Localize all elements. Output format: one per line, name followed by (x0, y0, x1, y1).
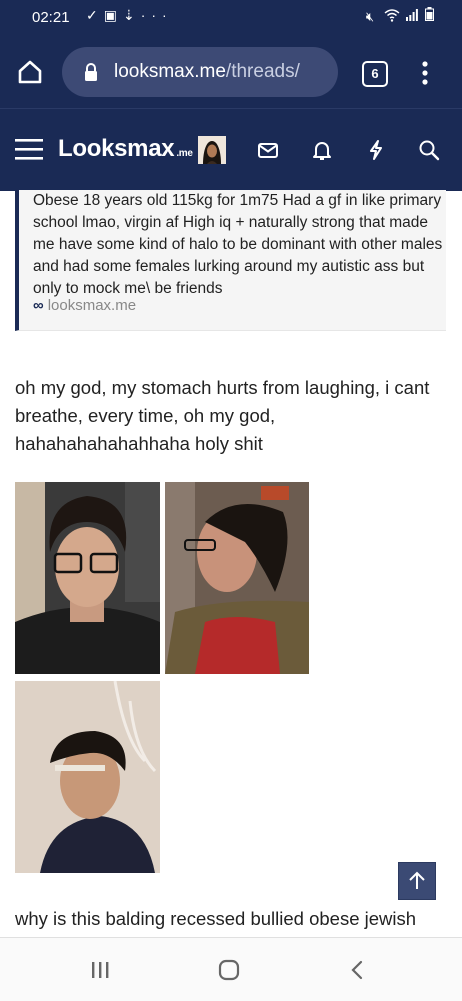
photo-profile-light (15, 681, 160, 873)
mute-icon: 🔇︎ (365, 9, 378, 24)
system-icons: 🔇︎ (366, 7, 434, 25)
post-image[interactable] (15, 482, 160, 674)
bell-icon[interactable] (311, 139, 333, 161)
site-logo[interactable]: Looksmax .me (58, 135, 193, 163)
url-path: /threads/ (225, 61, 300, 82)
quote-source-link[interactable]: ∞ looksmax.me (33, 297, 136, 314)
search-icon[interactable] (418, 139, 440, 161)
more-dots-icon: ··· (140, 7, 173, 23)
logo-text: Looksmax (58, 135, 175, 162)
arrow-up-icon (409, 871, 425, 889)
photo-front-face (15, 482, 160, 674)
checkmark-icon: ✓ (86, 7, 104, 23)
user-avatar[interactable] (198, 136, 226, 164)
post-image[interactable] (165, 482, 309, 674)
scroll-top-button[interactable] (398, 862, 436, 900)
avatar-image (198, 136, 226, 164)
link-icon: ∞ (33, 297, 44, 314)
quote-text: Obese 18 years old 115kg for 1m75 Had a … (33, 192, 443, 297)
browser-toolbar: looksmax.me/threads/ 6 (0, 38, 462, 108)
back-icon[interactable] (346, 958, 370, 982)
post-message: oh my god, my stomach hurts from laughin… (15, 377, 430, 454)
logo-suffix: .me (176, 148, 193, 159)
inbox-icon[interactable] (257, 139, 279, 161)
site-header: Looksmax .me (0, 108, 462, 191)
image-icon: ▣ (103, 7, 123, 23)
address-bar[interactable]: looksmax.me/threads/ (62, 47, 338, 97)
photo-side-profile (165, 482, 309, 674)
more-menu-icon[interactable] (418, 60, 432, 86)
recent-apps-icon[interactable] (88, 958, 112, 982)
hamburger-menu-icon[interactable] (15, 137, 43, 161)
notification-icons: ✓▣⇣··· (86, 7, 173, 24)
post-message-next: why is this balding recessed bullied obe… (15, 908, 417, 929)
signal-icon (406, 9, 419, 21)
wifi-icon (384, 9, 400, 22)
download-icon: ⇣ (122, 7, 141, 23)
quote-block: Obese 18 years old 115kg for 1m75 Had a … (15, 190, 446, 331)
home-icon[interactable] (16, 58, 44, 86)
system-nav-bar (0, 937, 462, 1001)
battery-icon (425, 7, 434, 21)
tabs-button[interactable]: 6 (362, 61, 388, 87)
home-nav-icon[interactable] (217, 958, 241, 982)
url-domain: looksmax.me (114, 61, 226, 82)
quote-source-text: looksmax.me (47, 297, 137, 314)
status-time: 02:21 (32, 9, 70, 26)
status-bar: 02:21 ✓▣⇣··· 🔇︎ (0, 0, 462, 38)
lightning-icon[interactable] (365, 139, 387, 161)
url-text: looksmax.me/threads/ (114, 61, 300, 83)
post-image[interactable] (15, 681, 160, 873)
lock-icon (85, 63, 97, 81)
